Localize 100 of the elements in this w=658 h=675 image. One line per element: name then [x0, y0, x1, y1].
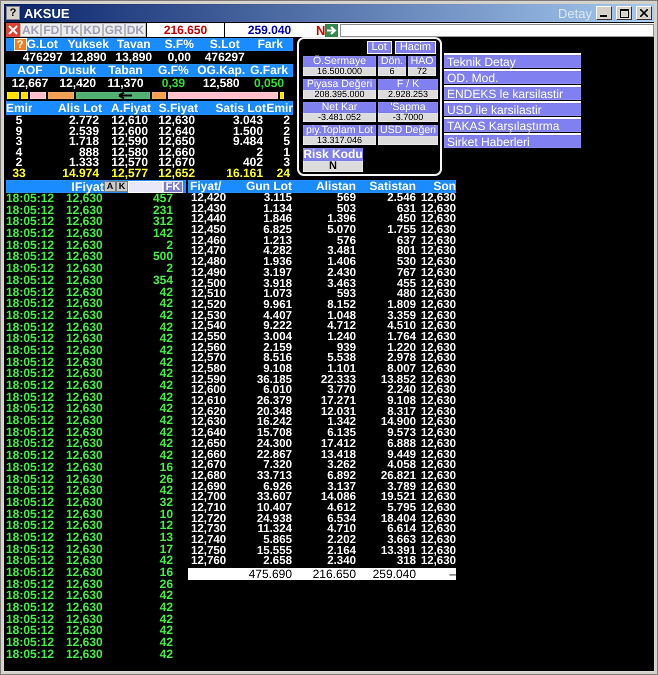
table-cell-text: 12,630 [420, 353, 456, 364]
trade-time: 18:05:12 [6, 263, 56, 275]
trade-time: 18:05:12 [6, 648, 56, 661]
trade-time: 18:05:12 [6, 403, 56, 416]
trade-quantity: 2 [166, 240, 173, 252]
table-cell-text: 3.789 [387, 482, 416, 492]
stat-value: 476297 [204, 51, 246, 64]
table-cell-text: 9.961 [262, 300, 292, 311]
trade-price: 12,630 [66, 590, 104, 602]
table-cell-text: 2 [282, 126, 291, 136]
table-cell-text: 9.573 [386, 428, 416, 439]
table-cell-text: 530 [396, 257, 416, 268]
table-cell-text: 455 [396, 278, 416, 290]
table-cell-text: 12,560 [190, 342, 228, 354]
table-cell-text: 5.538 [326, 353, 356, 364]
table-cell-text: 5 [14, 115, 24, 126]
sort-button[interactable]: K [116, 181, 128, 192]
table-cell-text: 12,630 [420, 332, 456, 343]
column-header: Satistan [368, 180, 416, 193]
help-icon[interactable]: ? [14, 38, 27, 51]
trade-time: 18:05:12 [6, 216, 56, 228]
input-field[interactable] [340, 24, 654, 36]
table-cell-text: 2.546 [386, 193, 416, 204]
trade-quantity: 142 [152, 228, 173, 240]
arrow-icon[interactable] [325, 24, 338, 36]
table-cell-text: 18.404 [380, 514, 416, 524]
table-cell-text: 888 [78, 146, 100, 157]
trade-price: 12,630 [66, 310, 104, 322]
trade-time: 18:05:12 [6, 532, 56, 544]
table-cell-text: 12,630 [420, 460, 456, 471]
maximize-icon [620, 8, 628, 18]
table-cell-text: 12,580 [190, 364, 228, 375]
column-header: Dusuk [58, 64, 98, 77]
filter-button[interactable]: FK [163, 180, 183, 192]
close-button[interactable] [636, 6, 652, 20]
field-label: Dön. [378, 56, 406, 67]
trade-time: 18:05:12 [6, 567, 56, 579]
column-header: Emir [6, 101, 32, 115]
trade-quantity: 26 [158, 474, 173, 486]
menu-item[interactable]: OD. Mod. [444, 69, 581, 84]
close-icon [640, 9, 648, 17]
column-header: Fiyat/ [189, 180, 222, 193]
column-header: Gun Lot [245, 180, 292, 193]
menu-item[interactable]: USD ile karsilastir [444, 101, 581, 116]
menu-item[interactable]: Sirket Haberleri [444, 133, 581, 148]
menu-item[interactable]: TAKAS Karşılaştırma [444, 117, 581, 132]
table-cell-text: 12,630 [420, 300, 456, 311]
trade-time: 18:05:12 [6, 508, 56, 520]
table-cell-text: 12,630 [420, 364, 456, 375]
table-cell-text: 8.516 [262, 353, 292, 364]
table-cell-text: 2.240 [386, 385, 416, 396]
toggle-button[interactable]: Hacim [394, 41, 436, 54]
trade-time: 18:05:12 [6, 485, 56, 497]
help-icon[interactable]: ? [6, 6, 20, 20]
stat-value: 11,370 [106, 77, 145, 90]
toggle-button[interactable]: Lot [366, 41, 392, 54]
close-icon[interactable] [6, 23, 20, 37]
table-cell-text: 12,710 [190, 502, 228, 514]
trade-price: 12,630 [66, 392, 104, 404]
maximize-button[interactable] [616, 6, 632, 20]
trade-quantity: 354 [152, 274, 173, 287]
table-cell-text: 3.197 [262, 268, 292, 279]
trade-price: 12,630 [66, 204, 104, 216]
table-cell-text: 14.086 [320, 492, 356, 503]
table-cell-text: 1.240 [326, 332, 356, 343]
table-cell-text: 12,630 [420, 470, 456, 482]
table-cell-text: 12,630 [420, 385, 456, 396]
table-cell-text: 576 [336, 236, 356, 246]
table-cell-text: 318 [396, 556, 416, 568]
filter-field[interactable] [128, 180, 163, 192]
minimize-button[interactable] [596, 6, 612, 20]
sort-button[interactable]: A [104, 181, 116, 192]
table-cell-text: 1.220 [386, 342, 416, 354]
stat-value: 13,890 [114, 51, 154, 64]
table-cell-text: 3.663 [386, 535, 416, 546]
trade-time: 18:05:12 [6, 496, 56, 509]
column-header: OG.Kap. [197, 64, 246, 77]
table-cell-text: 24.300 [256, 438, 292, 450]
trade-quantity: 10 [158, 508, 173, 520]
menu-item[interactable]: ENDEKS le karsilastir [444, 85, 581, 100]
total-cell-text: 24 [276, 168, 291, 178]
table-cell-text: 12,680 [190, 470, 228, 482]
trade-quantity: 13 [158, 532, 173, 544]
table-cell-text: 3.262 [326, 460, 356, 471]
table-cell-text: 12,630 [420, 428, 456, 439]
column-header: IFiyat [71, 180, 104, 194]
table-cell-text: 5.865 [262, 535, 292, 546]
table-cell-text: 33.607 [256, 492, 292, 503]
table-cell-text: 20.348 [256, 406, 292, 418]
total-cell-text: 475.690 [248, 568, 292, 580]
table-cell-text: 10.407 [256, 502, 292, 514]
table-cell-text: 12,630 [420, 236, 456, 246]
table-cell-text: 1.073 [262, 289, 292, 300]
table-cell-text: 14.900 [380, 417, 416, 428]
table-cell-text: 12,630 [420, 278, 456, 290]
table-cell-text: 1.755 [386, 225, 416, 236]
table-cell-text: 12,430 [190, 204, 228, 214]
trade-quantity: 42 [158, 298, 173, 310]
table-cell-text: 2 [16, 157, 22, 168]
menu-item[interactable]: Teknik Detay [444, 53, 581, 68]
